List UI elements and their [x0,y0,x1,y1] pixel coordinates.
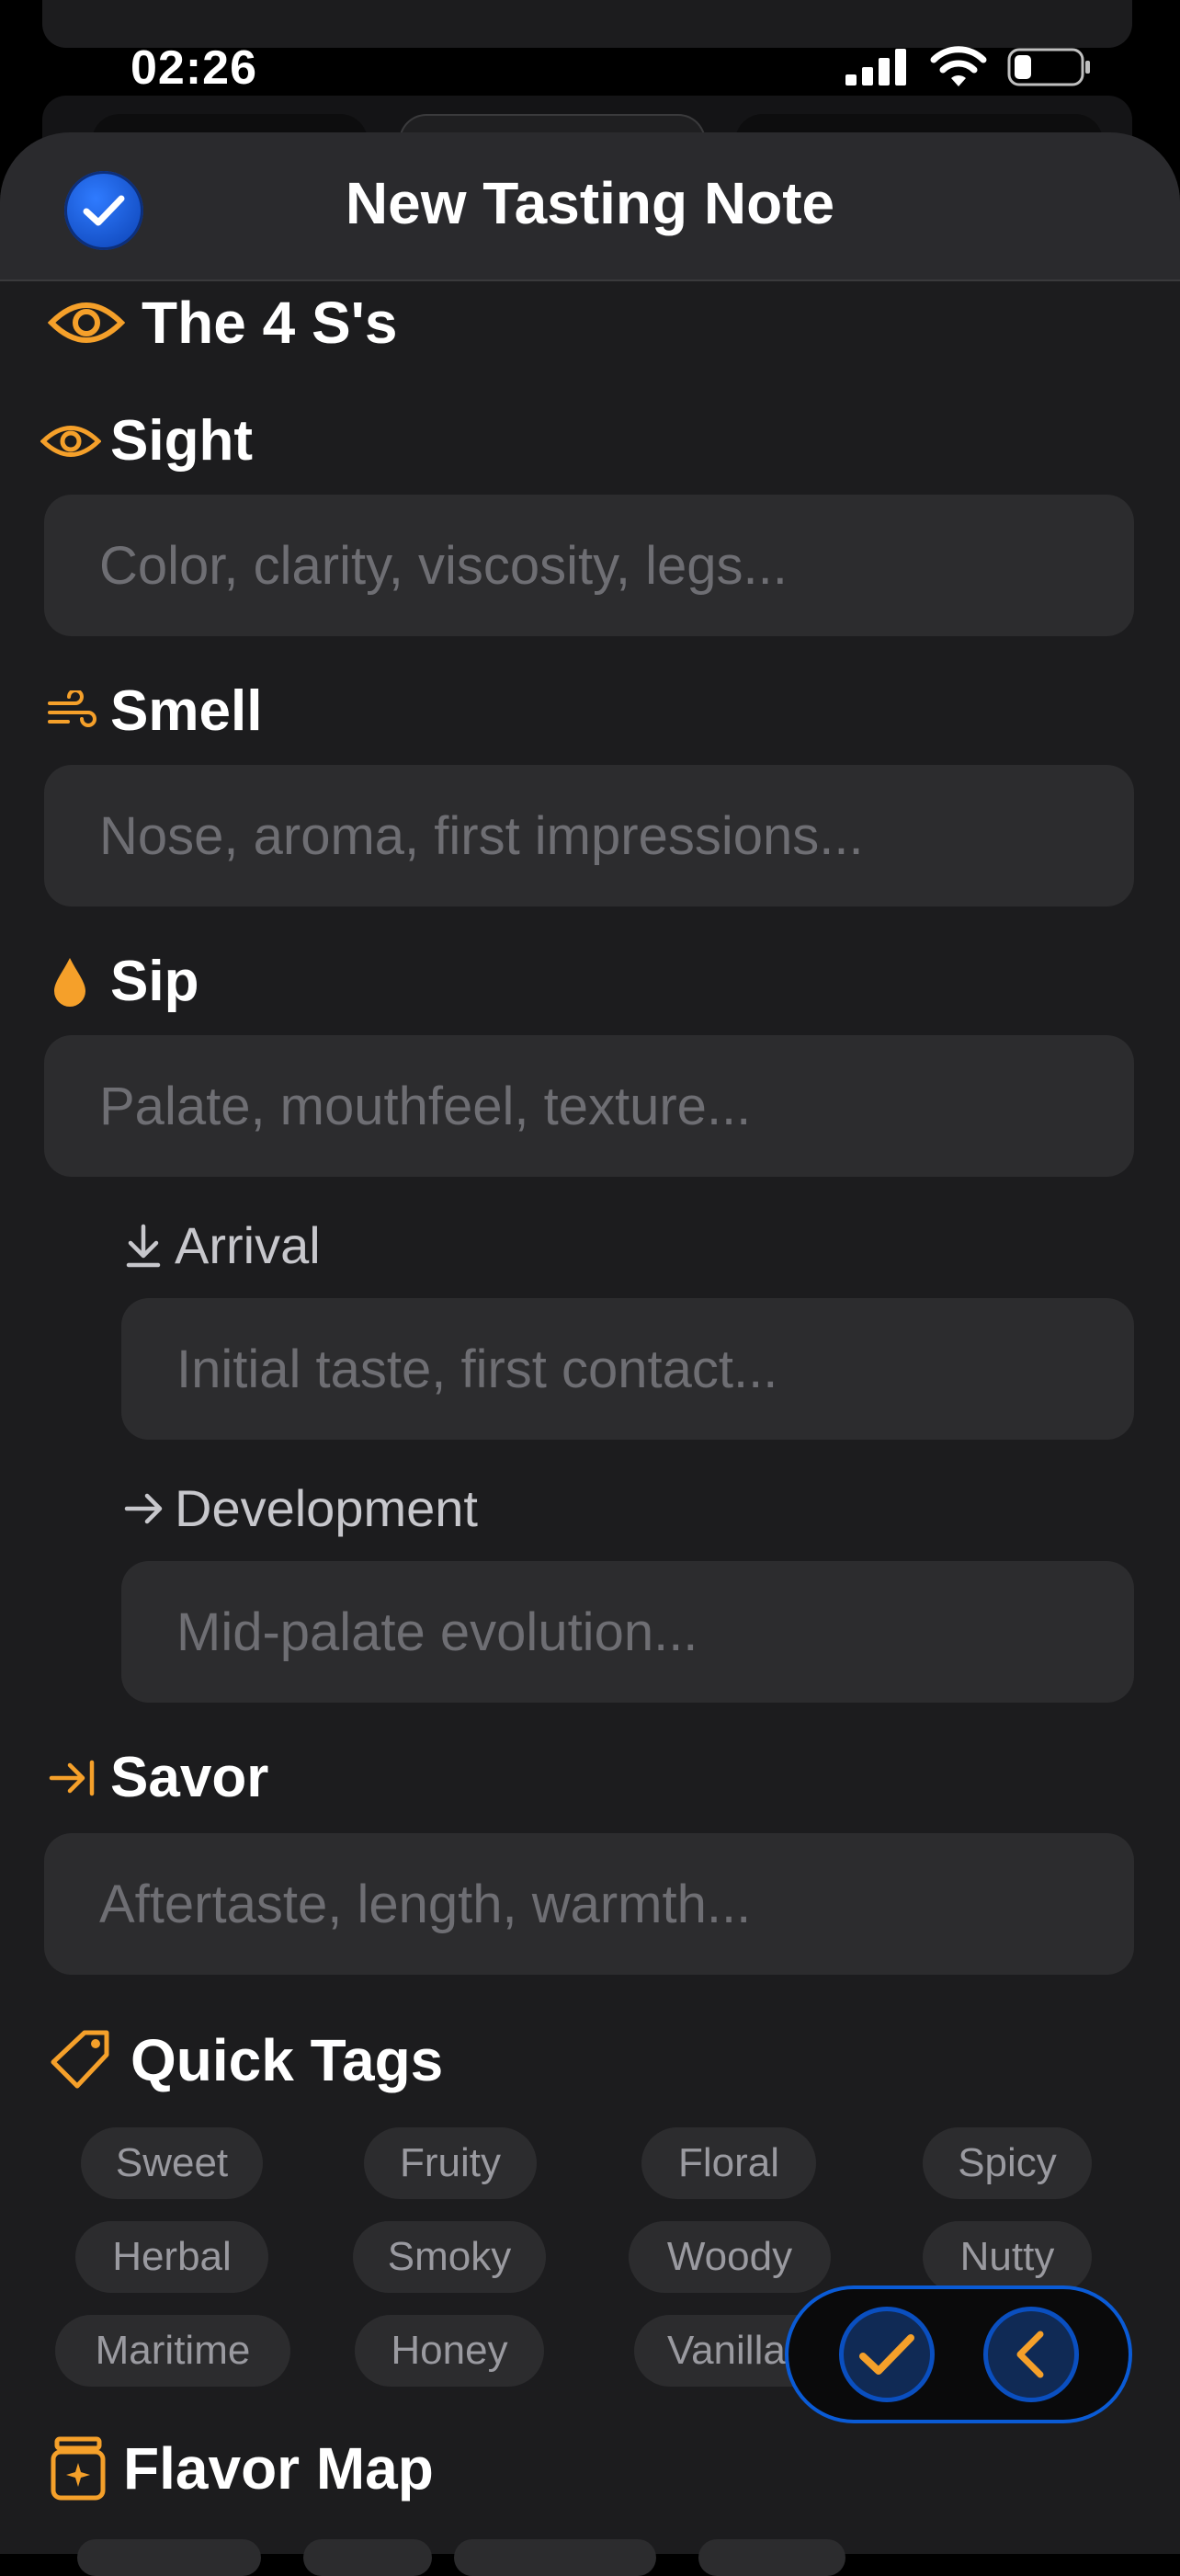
flavor-map-header: Flavor Map [48,2434,434,2502]
status-time: 02:26 [130,41,257,95]
sheet-title: New Tasting Note [345,170,835,236]
arrival-placeholder: Initial taste, first contact... [176,1339,778,1399]
eye-icon [40,425,101,457]
development-placeholder: Mid-palate evolution... [176,1601,698,1662]
save-button[interactable] [838,2307,935,2402]
tasting-note-sheet: New Tasting Note The 4 S's Sight Color, … [0,132,1180,2554]
four-s-header: The 4 S's [48,289,397,357]
wind-icon [48,690,96,727]
arrow-down-to-line-icon [126,1224,161,1267]
smell-placeholder: Nose, aroma, first impressions... [99,805,864,866]
savor-label-row: Savor [48,1745,268,1810]
arrow-right-icon [124,1493,163,1523]
tag-chip[interactable]: Floral [641,2127,816,2199]
flavor-map-pill[interactable] [77,2539,261,2576]
development-input[interactable]: Mid-palate evolution... [121,1561,1134,1703]
arrow-right-to-line-icon [49,1760,95,1795]
tag-chip[interactable]: Smoky [353,2221,546,2293]
tag-icon [51,2030,109,2089]
smell-input[interactable]: Nose, aroma, first impressions... [44,765,1134,906]
smell-label: Smell [110,679,263,743]
wifi-icon [930,46,987,86]
sip-label: Sip [110,950,199,1013]
sight-placeholder: Color, clarity, viscosity, legs... [99,535,788,596]
tag-chip[interactable]: Nutty [923,2221,1092,2293]
tag-chip[interactable]: Honey [355,2315,544,2387]
jar-sparkle-icon [51,2436,106,2501]
savor-label: Savor [110,1746,269,1809]
status-bar: 02:26 [0,0,1180,138]
cellular-signal-icon [845,49,906,85]
savor-input[interactable]: Aftertaste, length, warmth... [44,1833,1134,1975]
flavor-map-pill[interactable] [698,2539,845,2576]
development-label: Development [175,1479,478,1537]
sight-input[interactable]: Color, clarity, viscosity, legs... [44,495,1134,636]
arrival-input[interactable]: Initial taste, first contact... [121,1298,1134,1440]
tag-chip[interactable]: Herbal [75,2221,268,2293]
sheet-header: New Tasting Note [0,132,1180,281]
section-title-quick-tags: Quick Tags [130,2027,444,2093]
arrival-label: Arrival [175,1216,321,1274]
flavor-map-pill[interactable] [303,2539,432,2576]
sip-input[interactable]: Palate, mouthfeel, texture... [44,1035,1134,1177]
tag-chip[interactable]: Fruity [364,2127,537,2199]
quick-tags-header: Quick Tags [48,2026,443,2094]
floating-action-bar [785,2285,1132,2423]
back-button[interactable] [982,2307,1079,2402]
smell-label-row: Smell [48,678,262,744]
drop-icon [54,957,85,1007]
tag-chip[interactable]: Maritime [55,2315,290,2387]
section-title-flavor-map: Flavor Map [123,2435,434,2502]
sight-label: Sight [110,409,253,473]
sight-label-row: Sight [40,408,253,473]
flavor-map-pill[interactable] [454,2539,656,2576]
battery-icon [1007,48,1090,86]
tag-chip[interactable]: Spicy [923,2127,1092,2199]
section-title-four-s: The 4 S's [142,290,398,356]
arrival-label-row: Arrival [123,1215,321,1275]
tag-chip[interactable]: Woody [629,2221,831,2293]
checkmark-icon [858,2334,914,2375]
eye-icon [48,302,125,343]
chevron-left-icon [1016,2331,1043,2378]
development-label-row: Development [123,1478,478,1538]
sip-placeholder: Palate, mouthfeel, texture... [99,1076,752,1136]
sip-label-row: Sip [51,949,199,1014]
tag-chip[interactable]: Sweet [81,2127,263,2199]
savor-placeholder: Aftertaste, length, warmth... [99,1874,752,1934]
